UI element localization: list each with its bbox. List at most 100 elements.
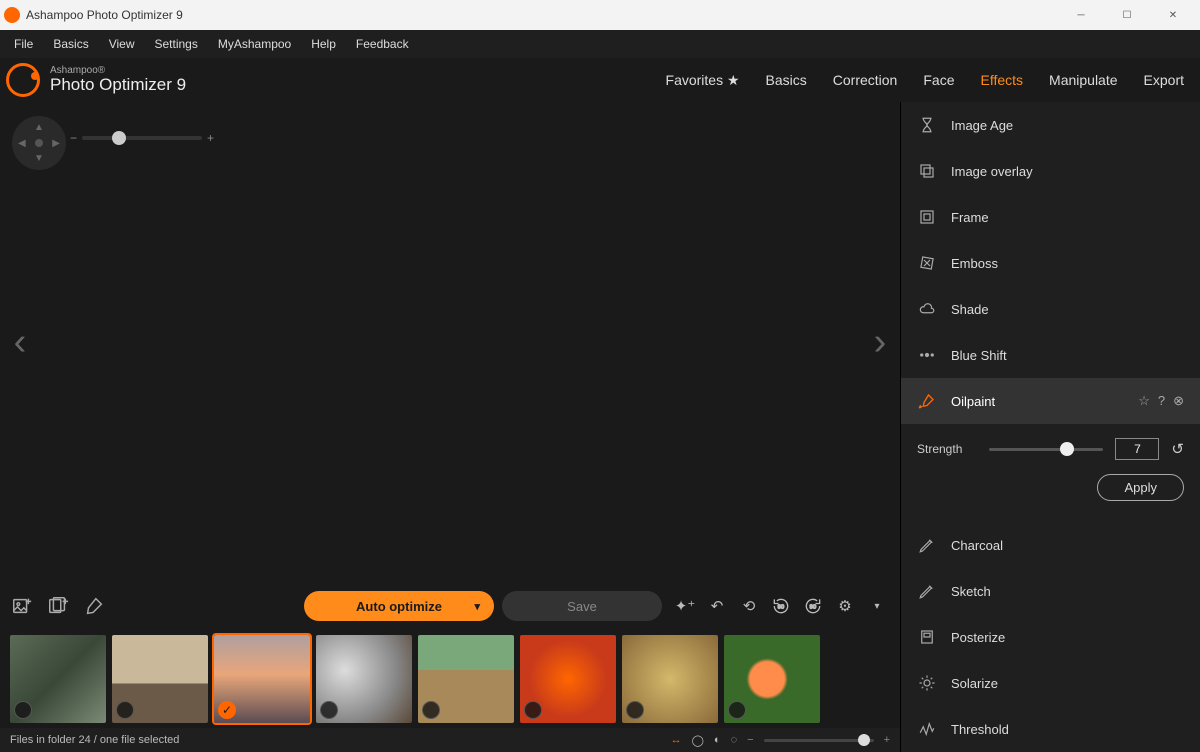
thumbnail-1[interactable] <box>10 635 106 723</box>
next-image-button[interactable]: › <box>860 312 900 372</box>
app-icon <box>4 7 20 23</box>
prev-image-button[interactable]: ‹ <box>0 312 40 372</box>
brush-tool-icon[interactable] <box>80 592 108 620</box>
strength-input[interactable] <box>1115 438 1159 460</box>
thumbnail-5[interactable] <box>418 635 514 723</box>
menu-myashampoo[interactable]: MyAshampoo <box>210 33 299 55</box>
select-all-icon[interactable]: ◯ <box>692 734 704 747</box>
logo-icon <box>6 63 40 97</box>
app-logo: Ashampoo® Photo Optimizer 9 <box>6 63 186 97</box>
effect-posterize[interactable]: Posterize <box>901 614 1200 660</box>
effect-label: Sketch <box>951 584 991 599</box>
thumbnail-7[interactable] <box>622 635 718 723</box>
effect-solarize[interactable]: Solarize <box>901 660 1200 706</box>
poster-icon <box>917 627 937 647</box>
settings-gear-icon[interactable]: ⚙ <box>830 592 860 620</box>
menu-basics[interactable]: Basics <box>45 33 96 55</box>
undo-icon[interactable]: ↶ <box>702 592 732 620</box>
undo-all-icon[interactable]: ⟲ <box>734 592 764 620</box>
tab-basics[interactable]: Basics <box>766 72 807 89</box>
deselect-icon[interactable]: ◌ <box>731 734 738 746</box>
effect-label: Image Age <box>951 118 1013 133</box>
cloud-icon <box>917 299 937 319</box>
effect-threshold[interactable]: Threshold <box>901 706 1200 752</box>
minimize-button[interactable]: ─ <box>1058 0 1104 30</box>
maximize-button[interactable]: ☐ <box>1104 0 1150 30</box>
effect-label: Blue Shift <box>951 348 1007 363</box>
flip-h-icon[interactable]: ↔ <box>671 734 682 746</box>
thumbnail-strip: ✓ <box>0 630 900 728</box>
effect-blueshift[interactable]: Blue Shift <box>901 332 1200 378</box>
effect-shade[interactable]: Shade <box>901 286 1200 332</box>
tab-face[interactable]: Face <box>923 72 954 89</box>
effect-label: Posterize <box>951 630 1005 645</box>
status-text: Files in folder 24 / one file selected <box>10 734 179 746</box>
add-folder-icon[interactable] <box>44 592 72 620</box>
effect-charcoal[interactable]: Charcoal <box>901 522 1200 568</box>
effect-label: Oilpaint <box>951 394 995 409</box>
apply-button[interactable]: Apply <box>1097 474 1184 501</box>
svg-text:90: 90 <box>778 605 785 611</box>
menu-file[interactable]: File <box>6 33 41 55</box>
status-bar: Files in folder 24 / one file selected ↔… <box>0 728 900 752</box>
add-image-icon[interactable] <box>8 592 36 620</box>
app-header: Ashampoo® Photo Optimizer 9 Favorites ★ … <box>0 58 1200 102</box>
rotate-left-icon[interactable]: 90 <box>766 592 796 620</box>
tab-favorites[interactable]: Favorites ★ <box>666 72 740 89</box>
effects-panel: Image Age Image overlay Frame Emboss Shade Bl… <box>900 102 1200 752</box>
tab-correction[interactable]: Correction <box>833 72 898 89</box>
magic-tool-icon[interactable]: ✦⁺ <box>670 592 700 620</box>
effect-label: Emboss <box>951 256 998 271</box>
tab-effects[interactable]: Effects <box>980 72 1023 89</box>
effect-label: Solarize <box>951 676 998 691</box>
more-caret-icon[interactable]: ▾ <box>862 592 892 620</box>
pencil-icon <box>917 535 937 555</box>
strength-reset-icon[interactable]: ↺ <box>1171 440 1184 458</box>
dots-icon <box>917 345 937 365</box>
effect-label: Threshold <box>951 722 1009 737</box>
action-toolbar: Auto optimize Save ✦⁺ ↶ ⟲ 90 90 ⚙ ▾ <box>0 582 900 630</box>
effect-sketch[interactable]: Sketch <box>901 568 1200 614</box>
help-icon[interactable]: ? <box>1158 393 1165 409</box>
menu-help[interactable]: Help <box>303 33 344 55</box>
effect-label: Frame <box>951 210 989 225</box>
window-title: Ashampoo Photo Optimizer 9 <box>26 8 183 22</box>
favorite-icon[interactable]: ☆ <box>1138 393 1150 409</box>
effect-age[interactable]: Image Age <box>901 102 1200 148</box>
brush-icon <box>917 391 937 411</box>
thumbnail-3[interactable]: ✓ <box>214 635 310 723</box>
effect-frame[interactable]: Frame <box>901 194 1200 240</box>
effect-emboss[interactable]: Emboss <box>901 240 1200 286</box>
tab-export[interactable]: Export <box>1144 72 1184 89</box>
emboss-icon <box>917 253 937 273</box>
svg-text:90: 90 <box>810 605 817 611</box>
menu-settings[interactable]: Settings <box>146 33 205 55</box>
effect-overlay[interactable]: Image overlay <box>901 148 1200 194</box>
effect-label: Shade <box>951 302 989 317</box>
menu-feedback[interactable]: Feedback <box>348 33 417 55</box>
menu-view[interactable]: View <box>101 33 143 55</box>
pan-control[interactable]: ▲▼◀▶ <box>12 116 66 170</box>
brand-large: Photo Optimizer 9 <box>50 76 186 95</box>
strength-slider[interactable] <box>989 448 1103 451</box>
window-titlebar: Ashampoo Photo Optimizer 9 ─ ☐ ✕ <box>0 0 1200 30</box>
rotate-right-icon[interactable]: 90 <box>798 592 828 620</box>
effect-oilpaint[interactable]: Oilpaint ☆? ⊗ <box>901 378 1200 424</box>
thumb-size-slider[interactable] <box>764 739 874 742</box>
thumbnail-4[interactable] <box>316 635 412 723</box>
close-button[interactable]: ✕ <box>1150 0 1196 30</box>
tab-manipulate[interactable]: Manipulate <box>1049 72 1118 89</box>
auto-optimize-button[interactable]: Auto optimize <box>304 591 494 621</box>
pencil-icon <box>917 581 937 601</box>
remove-icon[interactable]: ⊗ <box>1173 393 1184 409</box>
thumbnail-6[interactable] <box>520 635 616 723</box>
thumbnail-2[interactable] <box>112 635 208 723</box>
oilpaint-properties: Strength ↺ Apply <box>901 424 1200 517</box>
select-toggle-icon[interactable]: ◐ <box>714 734 721 746</box>
main-tabs: Favorites ★ Basics Correction Face Effec… <box>666 72 1184 89</box>
strength-label: Strength <box>917 442 977 456</box>
zoom-slider[interactable]: −+ <box>82 136 202 140</box>
effect-label: Charcoal <box>951 538 1003 553</box>
save-button[interactable]: Save <box>502 591 662 621</box>
thumbnail-8[interactable] <box>724 635 820 723</box>
